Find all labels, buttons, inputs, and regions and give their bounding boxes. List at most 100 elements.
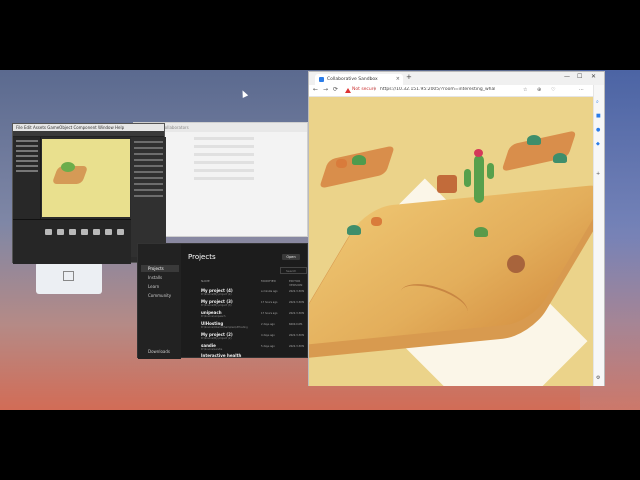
minimize-button[interactable]: —: [564, 73, 570, 80]
table-header: NAME MODIFIED EDITOR VERSION: [186, 279, 306, 287]
more-icon[interactable]: ⋯: [579, 87, 584, 93]
table-row[interactable]: My project (3) D:\Source\My project (3) …: [193, 299, 308, 310]
back-button[interactable]: ←: [313, 86, 318, 93]
table-row[interactable]: Interactive health: [193, 353, 308, 364]
extensions-icon[interactable]: ⊕: [537, 87, 541, 93]
rock-cluster[interactable]: [437, 175, 457, 193]
settings-icon[interactable]: ⚙: [596, 375, 600, 381]
project-version: 2022.3.30f1: [289, 312, 305, 315]
office-icon[interactable]: ◆: [596, 141, 600, 147]
folder-icon[interactable]: [69, 229, 76, 235]
project-modified: 4 days ago: [261, 334, 275, 337]
add-icon[interactable]: +: [596, 171, 600, 177]
tab-collaborative-sandbox[interactable]: Collaborative Sandbox ×: [315, 74, 403, 85]
favorite-icon[interactable]: ☆: [523, 87, 527, 93]
shrub[interactable]: [474, 227, 488, 237]
menu-bar[interactable]: File Edit Assets GameObject Component Wi…: [13, 124, 164, 131]
briefcase-icon[interactable]: ■: [596, 113, 601, 119]
agave-plant[interactable]: [553, 153, 567, 163]
project-modified: 17 hours ago: [261, 301, 278, 304]
outlook-icon[interactable]: ●: [596, 127, 600, 133]
not-secure-label[interactable]: Not secure: [352, 87, 376, 92]
search-input[interactable]: Search: [280, 267, 307, 274]
project-panel[interactable]: [13, 219, 131, 264]
project-version: 2022.3.30f1: [289, 334, 305, 337]
folder-icon[interactable]: [105, 229, 112, 235]
favorites-icon[interactable]: ♡: [551, 87, 555, 93]
cactus-arm: [487, 163, 494, 179]
scene-view[interactable]: [42, 139, 130, 217]
maximize-button[interactable]: ☐: [577, 73, 582, 80]
agave-plant[interactable]: [347, 225, 361, 235]
cactus-arm: [464, 169, 471, 187]
list-item: [194, 137, 254, 140]
project-path: D:\Source\unipeach: [201, 315, 226, 318]
nav-community[interactable]: Community: [141, 292, 179, 299]
project-path: D:\Source\My project (2): [201, 337, 232, 340]
project-name: Interactive health: [201, 353, 242, 358]
unity-hub-window[interactable]: Projects Installs Learn Community Downlo…: [137, 243, 308, 359]
forward-button[interactable]: →: [323, 86, 328, 93]
scene-plants: [61, 162, 75, 172]
favicon-icon: [319, 77, 324, 82]
refresh-button[interactable]: ⟳: [333, 86, 338, 93]
project-modified: a minute ago: [261, 290, 278, 293]
nav-installs[interactable]: Installs: [141, 274, 179, 281]
project-version: 2022.3.30f1: [289, 345, 305, 348]
cactus[interactable]: [474, 155, 484, 203]
nav-learn[interactable]: Learn: [141, 283, 179, 290]
succulent[interactable]: [371, 217, 382, 226]
project-modified: 17 hours ago: [261, 312, 278, 315]
list-item: [194, 153, 254, 156]
hub-sidebar: Projects Installs Learn Community Downlo…: [138, 244, 181, 359]
project-path: D:\Source\Oberon\Samples\UIHosting: [201, 326, 248, 329]
cactus-flower: [474, 149, 483, 157]
search-icon[interactable]: ⌕: [596, 99, 599, 105]
table-row[interactable]: My project (4) D:\Source\My project (4) …: [193, 288, 308, 299]
tab-bar: Collaborative Sandbox × + — ☐ ✕: [309, 72, 604, 85]
game-canvas[interactable]: [309, 97, 593, 386]
open-button[interactable]: Open: [282, 254, 300, 260]
hierarchy-panel[interactable]: [13, 137, 41, 219]
table-row[interactable]: unipeach D:\Source\unipeach 17 hours ago…: [193, 310, 308, 321]
succulent[interactable]: [336, 159, 347, 168]
edge-sidebar: ⌕ ■ ● ◆ + ⚙: [593, 85, 604, 386]
browser-window[interactable]: Collaborative Sandbox × + — ☐ ✕ ← → ⟳ No…: [308, 71, 605, 386]
project-version: 6000.0.0f1: [289, 323, 303, 326]
project-modified: 5 days ago: [261, 345, 275, 348]
planter-left[interactable]: [318, 145, 396, 189]
table-row[interactable]: UIHosting D:\Source\Oberon\Samples\UIHos…: [193, 321, 308, 332]
shrub[interactable]: [352, 155, 366, 165]
tab-title: Collaborative Sandbox: [327, 77, 378, 82]
folder-icon[interactable]: [57, 229, 64, 235]
folder-icon[interactable]: [93, 229, 100, 235]
project-path: D:\Source\My project (4): [201, 293, 232, 296]
folder-icon[interactable]: [81, 229, 88, 235]
address-bar-row: ← → ⟳ Not secure | https://10.32.151.95:…: [309, 85, 604, 97]
list-item: [194, 161, 254, 164]
agave-plant[interactable]: [527, 135, 541, 145]
url-input[interactable]: https://10.32.151.95:2005/?room=interest…: [380, 87, 495, 92]
folder-icon[interactable]: [45, 229, 52, 235]
unity-editor-window[interactable]: File Edit Assets GameObject Component Wi…: [12, 123, 166, 264]
window-icon: [63, 271, 74, 281]
project-modified: 2 days ago: [261, 323, 275, 326]
folder-icon[interactable]: [117, 229, 124, 235]
inspector-panel[interactable]: [131, 137, 166, 257]
close-tab-icon[interactable]: ×: [396, 74, 400, 85]
list-item: [194, 169, 254, 172]
taskbar-thumbnail[interactable]: [36, 262, 102, 294]
page-title: Projects: [188, 253, 216, 261]
desktop: Collaborators File Edit Assets GameObjec…: [0, 70, 640, 410]
nav-projects[interactable]: Projects: [141, 265, 179, 272]
table-row[interactable]: My project (2) D:\Source\My project (2) …: [193, 332, 308, 343]
column-version[interactable]: EDITOR VERSION: [289, 279, 306, 287]
new-tab-button[interactable]: +: [406, 73, 412, 81]
clay-pot[interactable]: [507, 255, 525, 273]
column-modified[interactable]: MODIFIED: [261, 279, 276, 283]
project-path: D:\Source\sandie: [201, 348, 223, 351]
column-name[interactable]: NAME: [201, 279, 210, 283]
close-window-button[interactable]: ✕: [591, 73, 596, 80]
nav-downloads[interactable]: Downloads: [141, 348, 179, 355]
warning-icon[interactable]: [345, 88, 351, 93]
